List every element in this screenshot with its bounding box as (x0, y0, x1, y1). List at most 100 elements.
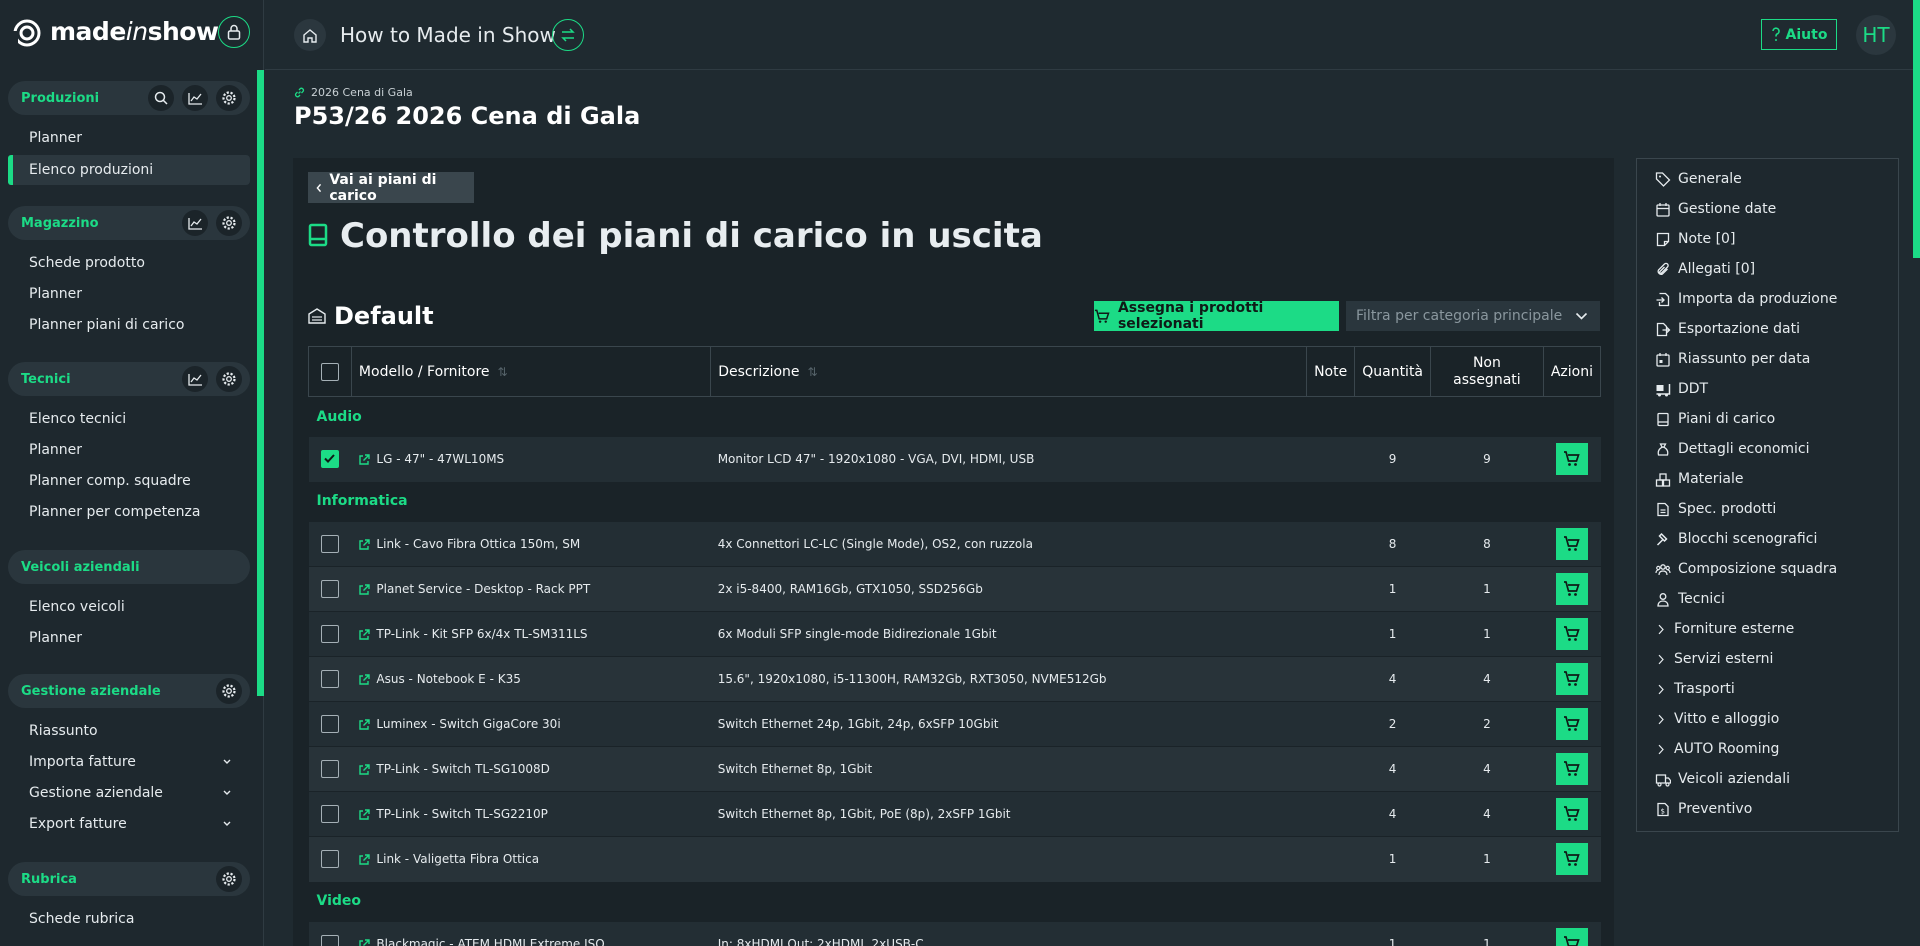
gear-icon[interactable] (216, 210, 242, 236)
chart-line-icon[interactable] (182, 210, 208, 236)
help-button[interactable]: Aiuto (1761, 19, 1837, 50)
sidebar-section-tecnici[interactable]: Tecnici (8, 362, 250, 396)
row-checkbox[interactable] (320, 760, 339, 778)
nav-item-riassunto-per-data[interactable]: Riassunto per data (1655, 351, 1810, 367)
external-link-icon[interactable] (358, 673, 371, 686)
assign-selected-button[interactable]: Assegna i prodotti selezionati (1094, 300, 1339, 332)
column-header-description[interactable]: Descrizione ⇅ (710, 346, 1308, 397)
nav-item-auto-rooming[interactable]: AUTO Rooming (1655, 741, 1779, 757)
sidebar-item-planner[interactable]: Planner (29, 630, 82, 646)
sidebar-item-schede-rubrica[interactable]: Schede rubrica (29, 911, 134, 927)
assign-row-button[interactable] (1555, 843, 1588, 876)
table-row[interactable]: Planet Service - Desktop - Rack PPT 2x i5… (308, 566, 1601, 612)
external-link-icon[interactable] (358, 854, 371, 866)
assign-row-button[interactable] (1555, 708, 1588, 740)
sidebar-item-elenco-veicoli[interactable]: Elenco veicoli (29, 599, 125, 615)
nav-item-note-0[interactable]: Note [0] (1655, 231, 1735, 247)
row-checkbox[interactable] (320, 580, 339, 598)
breadcrumb[interactable]: 2026 Cena di Gala (294, 86, 413, 99)
nav-item-generale[interactable]: Generale (1655, 171, 1742, 187)
table-row[interactable]: Link - Valigetta Fibra Ottica 1 1 (308, 836, 1601, 882)
sidebar-item-export-fatture[interactable]: Export fatture (29, 816, 127, 832)
gear-icon[interactable] (216, 678, 242, 704)
nav-item-dettagli-economici[interactable]: Dettagli economici (1655, 441, 1810, 457)
sort-icon[interactable]: ⇅ (498, 365, 508, 379)
nav-item-ddt[interactable]: DDT (1655, 381, 1708, 397)
assign-row-button[interactable] (1555, 528, 1588, 560)
table-row[interactable]: LG - 47" - 47WL10MS Monitor LCD 47" - 192… (308, 436, 1601, 482)
table-row[interactable]: Asus - Notebook E - K35 15.6", 1920x1080,… (308, 656, 1601, 702)
sidebar-item-elenco-tecnici[interactable]: Elenco tecnici (29, 411, 126, 427)
sidebar-item-planner-comp-squadre[interactable]: Planner comp. squadre (29, 473, 191, 489)
nav-item-trasporti[interactable]: Trasporti (1655, 681, 1735, 697)
table-row[interactable]: TP-Link - Kit SFP 6x/4x TL-SM311LS 6x Mod… (308, 611, 1601, 657)
lock-button[interactable] (218, 16, 250, 48)
sidebar-item-planner[interactable]: Planner (29, 130, 82, 146)
table-row[interactable]: TP-Link - Switch TL-SG1008D Switch Ethern… (308, 746, 1601, 792)
chevron-down-icon[interactable] (222, 789, 232, 797)
sidebar-item-planner-competenza[interactable]: Planner per competenza (29, 504, 201, 520)
chevron-down-icon[interactable] (222, 820, 232, 828)
table-row[interactable]: TP-Link - Switch TL-SG2210P Switch Ethern… (308, 791, 1601, 837)
sidebar-item-importa-fatture[interactable]: Importa fatture (29, 754, 136, 770)
sidebar-section-magazzino[interactable]: Magazzino (8, 206, 250, 240)
sidebar-item-planner-piani-carico[interactable]: Planner piani di carico (29, 317, 184, 333)
external-link-icon[interactable] (358, 628, 371, 641)
nav-item-preventivo[interactable]: $ Preventivo (1655, 801, 1752, 817)
gear-icon[interactable] (216, 85, 242, 111)
gear-icon[interactable] (216, 866, 242, 892)
home-button[interactable] (294, 19, 326, 51)
external-link-icon[interactable] (358, 763, 371, 776)
nav-item-forniture-esterne[interactable]: Forniture esterne (1655, 621, 1794, 637)
sidebar-item-riassunto[interactable]: Riassunto (29, 723, 98, 739)
nav-item-veicoli-aziendali[interactable]: Veicoli aziendali (1655, 771, 1790, 787)
gear-icon[interactable] (216, 366, 242, 392)
assign-row-button[interactable] (1555, 928, 1588, 946)
external-link-icon[interactable] (358, 583, 371, 596)
nav-item-blocchi-scenografici[interactable]: Blocchi scenografici (1655, 531, 1817, 547)
external-link-icon[interactable] (358, 808, 371, 821)
row-checkbox[interactable] (320, 805, 339, 823)
external-link-icon[interactable] (358, 454, 371, 466)
external-link-icon[interactable] (358, 718, 371, 731)
assign-row-button[interactable] (1555, 573, 1588, 605)
external-link-icon[interactable] (358, 538, 371, 551)
select-all-checkbox[interactable] (320, 362, 339, 381)
nav-item-composizione-squadra[interactable]: Composizione squadra (1655, 561, 1837, 577)
search-icon[interactable] (148, 85, 174, 111)
row-checkbox[interactable] (320, 625, 339, 643)
sidebar-section-veicoli[interactable]: Veicoli aziendali (8, 550, 250, 584)
page-scrollbar[interactable] (1913, 0, 1920, 258)
switch-project-button[interactable] (552, 19, 584, 51)
sidebar-section-rubrica[interactable]: Rubrica (8, 862, 250, 896)
assign-row-button[interactable] (1555, 798, 1588, 830)
sidebar-item-planner[interactable]: Planner (29, 442, 82, 458)
nav-item-tecnici[interactable]: Tecnici (1655, 591, 1725, 607)
sidebar-section-gestione-aziendale[interactable]: Gestione aziendale (8, 674, 250, 708)
assign-row-button[interactable] (1555, 663, 1588, 695)
nav-item-esportazione-dati[interactable]: Esportazione dati (1655, 321, 1800, 337)
nav-item-servizi-esterni[interactable]: Servizi esterni (1655, 651, 1773, 667)
category-filter-select[interactable]: Filtra per categoria principale (1346, 301, 1600, 331)
row-checkbox[interactable] (320, 850, 339, 869)
sidebar-section-produzioni[interactable]: Produzioni (8, 81, 250, 115)
table-row[interactable]: Blackmagic - ATEM HDMI Extreme ISO In: 8x… (308, 921, 1601, 946)
nav-item-spec-prodotti[interactable]: Spec. prodotti (1655, 501, 1776, 517)
row-checkbox[interactable] (320, 670, 339, 688)
nav-item-importa-da-produzione[interactable]: Importa da produzione (1655, 291, 1837, 307)
row-checkbox[interactable] (320, 535, 339, 553)
assign-row-button[interactable] (1555, 753, 1588, 785)
assign-row-button[interactable] (1555, 618, 1588, 650)
row-checkbox[interactable] (320, 715, 339, 733)
column-header-model[interactable]: Modello / Fornitore ⇅ (350, 346, 712, 397)
nav-item-allegati-0[interactable]: Allegati [0] (1655, 261, 1755, 277)
nav-item-gestione-date[interactable]: Gestione date (1655, 201, 1776, 217)
chevron-down-icon[interactable] (222, 758, 232, 766)
sidebar-scrollbar[interactable] (257, 70, 264, 696)
row-checkbox[interactable] (320, 450, 339, 469)
external-link-icon[interactable] (358, 939, 371, 946)
sort-icon[interactable]: ⇅ (808, 365, 818, 379)
assign-row-button[interactable] (1555, 443, 1588, 476)
brand-logo[interactable]: madeinshow (12, 14, 252, 54)
chart-line-icon[interactable] (182, 366, 208, 392)
